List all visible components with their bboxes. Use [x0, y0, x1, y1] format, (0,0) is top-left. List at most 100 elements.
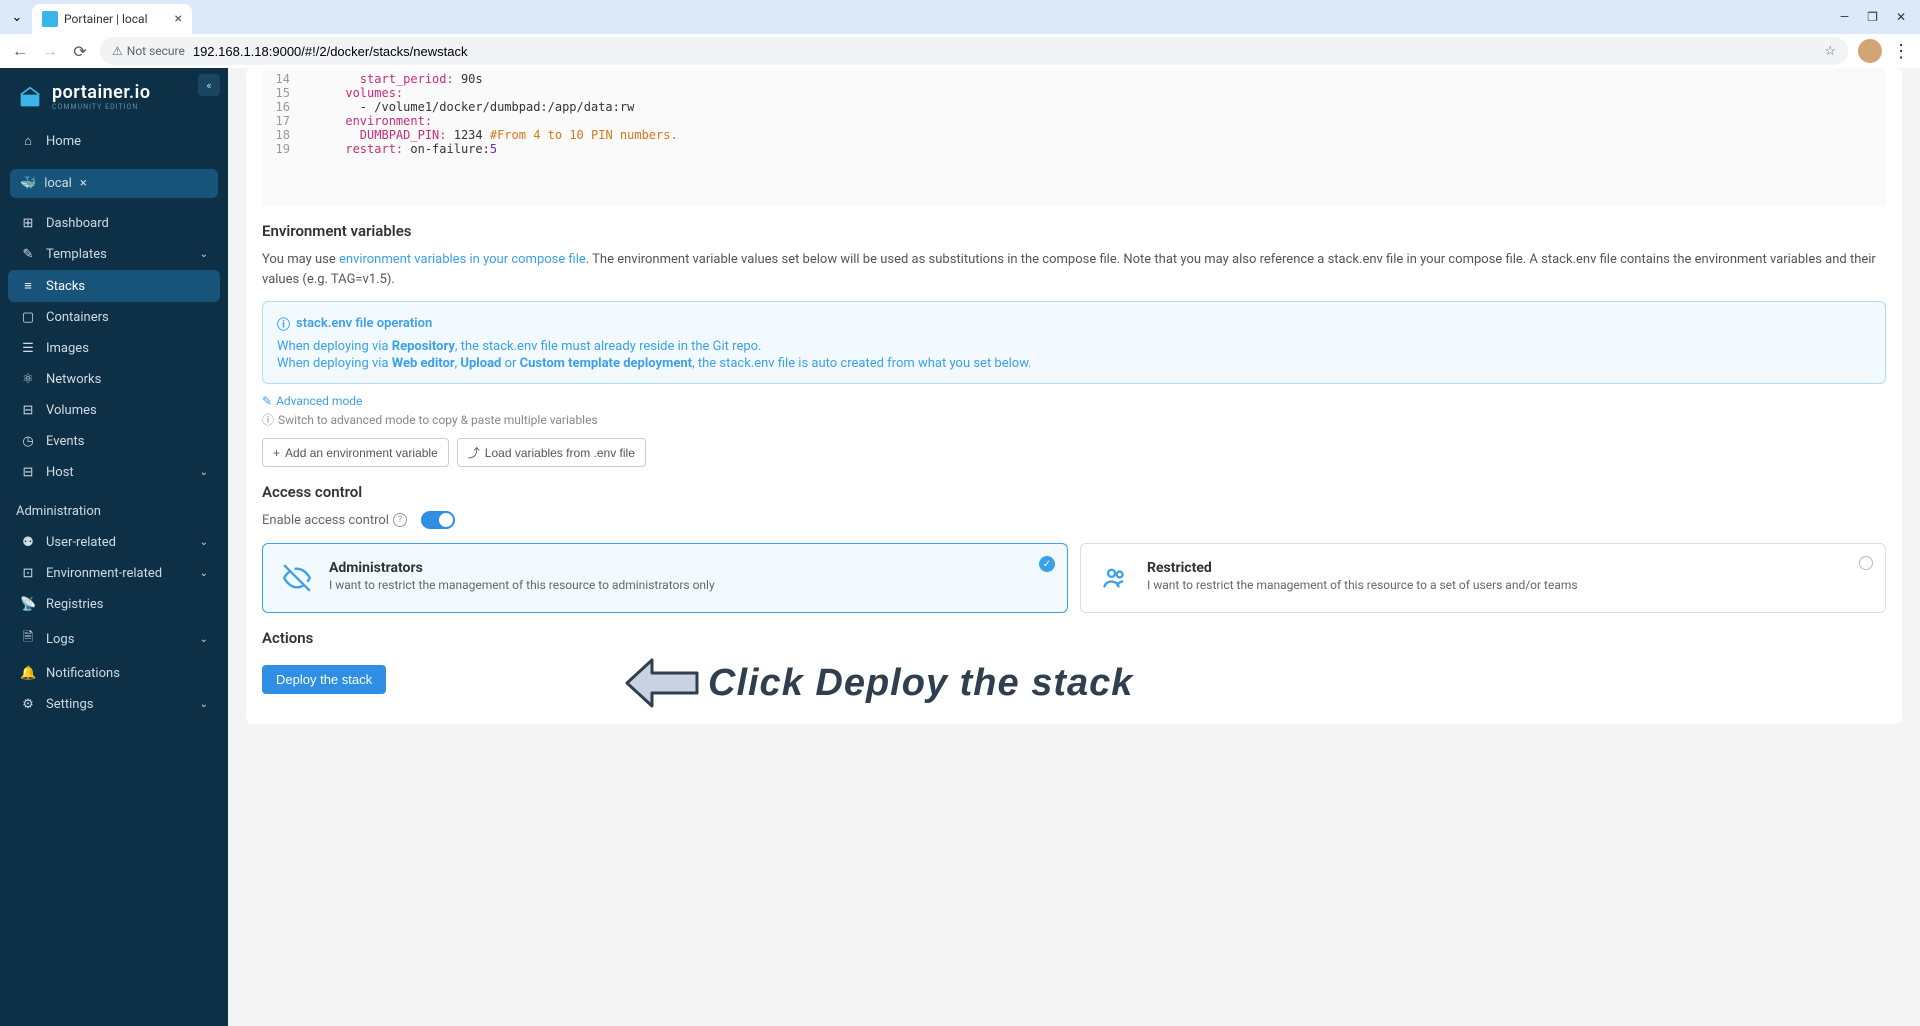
users-icon: [1097, 560, 1133, 596]
sidebar-item-label: User-related: [46, 535, 116, 550]
tab-close-icon[interactable]: ×: [175, 11, 182, 27]
code-text: restart: on-failure:5: [302, 142, 497, 156]
code-line[interactable]: 16 - /volume1/docker/dumbpad:/app/data:r…: [262, 100, 1886, 114]
profile-avatar[interactable]: [1858, 39, 1882, 63]
minimize-icon[interactable]: —: [1840, 10, 1849, 24]
sidebar-admin-item-settings[interactable]: ⚙Settings⌄: [8, 689, 220, 720]
sidebar-item-label: Logs: [46, 632, 74, 647]
env-vars-description: You may use environment variables in you…: [262, 250, 1886, 289]
sidebar-item-home[interactable]: ⌂ Home: [8, 125, 220, 157]
access-card-administrators[interactable]: Administrators I want to restrict the ma…: [262, 543, 1068, 613]
maximize-icon[interactable]: ❐: [1867, 10, 1878, 24]
sidebar-item-label: Networks: [46, 372, 101, 387]
sidebar-item-label: Templates: [46, 247, 107, 262]
sidebar-item-stacks[interactable]: ≡ Stacks: [8, 270, 220, 302]
sidebar-admin-item-user-related[interactable]: ⚉ User-related ⌄: [8, 527, 220, 558]
actions-title: Actions: [262, 629, 1886, 647]
portainer-logo-icon: [16, 83, 44, 111]
back-button[interactable]: ←: [10, 41, 30, 61]
notifications-icon: 🔔: [20, 666, 36, 681]
containers-icon: ▢: [20, 310, 36, 325]
logo-text: portainer.io: [52, 82, 151, 103]
settings-icon: ⚙: [20, 697, 36, 712]
browser-tab[interactable]: Portainer | local ×: [32, 4, 192, 34]
chevron-down-icon: ⌄: [200, 568, 208, 579]
access-card-restricted[interactable]: Restricted I want to restrict the manage…: [1080, 543, 1886, 613]
sidebar-admin-item-registries[interactable]: 📡Registries: [8, 589, 220, 620]
enable-access-toggle[interactable]: [421, 511, 455, 529]
collapse-sidebar-button[interactable]: «: [198, 74, 220, 96]
code-editor[interactable]: 14 start_period: 90s15 volumes:16 - /vol…: [262, 68, 1886, 206]
user-related-icon: ⚉: [20, 535, 36, 550]
code-line[interactable]: 17 environment:: [262, 114, 1886, 128]
sidebar-item-label: Stacks: [46, 279, 85, 294]
chevron-down-icon: ⌄: [200, 467, 208, 478]
browser-menu-icon[interactable]: ⋮: [1892, 41, 1910, 62]
logs-icon: 🗎: [20, 628, 36, 650]
radio-unchecked-icon: [1859, 556, 1873, 570]
volumes-icon: ⊟: [20, 403, 36, 418]
url-input[interactable]: [193, 44, 1817, 59]
tab-dropdown[interactable]: ⌄: [8, 8, 26, 26]
code-line[interactable]: 14 start_period: 90s: [262, 72, 1886, 86]
enable-access-label: Enable access control ?: [262, 513, 407, 528]
sidebar-item-label: Events: [46, 434, 84, 449]
sidebar-admin-item-logs[interactable]: 🗎 Logs ⌄: [8, 620, 220, 658]
chevron-down-icon: ⌄: [200, 249, 208, 260]
registries-icon: 📡: [20, 597, 36, 612]
dashboard-icon: ⊞: [20, 216, 36, 231]
info-small-icon: ⓘ: [262, 411, 274, 428]
sidebar-item-images[interactable]: ☰Images: [8, 333, 220, 364]
sidebar-item-label: Home: [46, 134, 81, 149]
chevron-down-icon: ⌄: [200, 634, 208, 645]
line-number: 19: [262, 142, 302, 156]
access-control-title: Access control: [262, 483, 1886, 501]
sidebar-admin-item-notifications[interactable]: 🔔Notifications: [8, 658, 220, 689]
sidebar-item-templates[interactable]: ✎Templates⌄: [8, 239, 220, 270]
sidebar-item-containers[interactable]: ▢ Containers: [8, 302, 220, 333]
environment-selector[interactable]: 🐳 local ×: [10, 169, 218, 198]
code-line[interactable]: 15 volumes:: [262, 86, 1886, 100]
upload-icon: ⤴: [468, 444, 480, 461]
sidebar-admin-item-environment-related[interactable]: ⊡Environment-related⌄: [8, 558, 220, 589]
info-icon: ⓘ: [277, 314, 290, 333]
code-text: volumes:: [302, 86, 403, 100]
not-secure-badge[interactable]: ⚠ Not secure: [112, 44, 185, 58]
admin-section-label: Administration: [0, 492, 228, 523]
help-icon[interactable]: ?: [393, 513, 407, 527]
load-env-file-button[interactable]: ⤴Load variables from .env file: [457, 438, 646, 467]
admin-card-desc: I want to restrict the management of thi…: [329, 578, 715, 592]
env-close-icon[interactable]: ×: [80, 176, 87, 191]
environment-related-icon: ⊡: [20, 566, 36, 581]
sidebar-item-label: Containers: [46, 310, 109, 325]
stacks-icon: ≡: [20, 278, 36, 294]
chevron-down-icon: ⌄: [200, 537, 208, 548]
sidebar: portainer.io COMMUNITY EDITION « ⌂ Home …: [0, 68, 228, 1026]
line-number: 18: [262, 128, 302, 142]
sidebar-item-label: Images: [46, 341, 89, 356]
add-env-var-button[interactable]: +Add an environment variable: [262, 438, 449, 467]
forward-button[interactable]: →: [40, 41, 60, 61]
sidebar-item-events[interactable]: ◷Events: [8, 426, 220, 457]
sidebar-item-networks[interactable]: ⚛Networks: [8, 364, 220, 395]
host-icon: ⊟: [20, 465, 36, 480]
bookmark-star-icon[interactable]: ☆: [1824, 44, 1836, 59]
sidebar-item-dashboard[interactable]: ⊞Dashboard: [8, 208, 220, 239]
address-bar[interactable]: ⚠ Not secure ☆: [100, 37, 1848, 65]
reload-button[interactable]: ⟳: [70, 42, 90, 61]
logo[interactable]: portainer.io COMMUNITY EDITION «: [0, 68, 228, 121]
admin-card-title: Administrators: [329, 560, 715, 576]
edit-icon: ✎: [262, 394, 272, 408]
env-vars-link[interactable]: environment variables in your compose fi…: [339, 252, 586, 267]
deploy-stack-button[interactable]: Deploy the stack: [262, 665, 386, 694]
sidebar-item-host[interactable]: ⊟Host⌄: [8, 457, 220, 488]
close-window-icon[interactable]: ✕: [1896, 10, 1906, 24]
home-icon: ⌂: [20, 133, 36, 149]
sidebar-item-volumes[interactable]: ⊟ Volumes: [8, 395, 220, 426]
chevron-down-icon: ⌄: [200, 699, 208, 710]
sidebar-item-label: Volumes: [46, 403, 97, 418]
code-line[interactable]: 18 DUMBPAD_PIN: 1234 #From 4 to 10 PIN n…: [262, 128, 1886, 142]
stack-env-info-box: ⓘstack.env file operation When deploying…: [262, 301, 1886, 384]
code-line[interactable]: 19 restart: on-failure:5: [262, 142, 1886, 156]
advanced-mode-link[interactable]: ✎Advanced mode: [262, 394, 362, 408]
